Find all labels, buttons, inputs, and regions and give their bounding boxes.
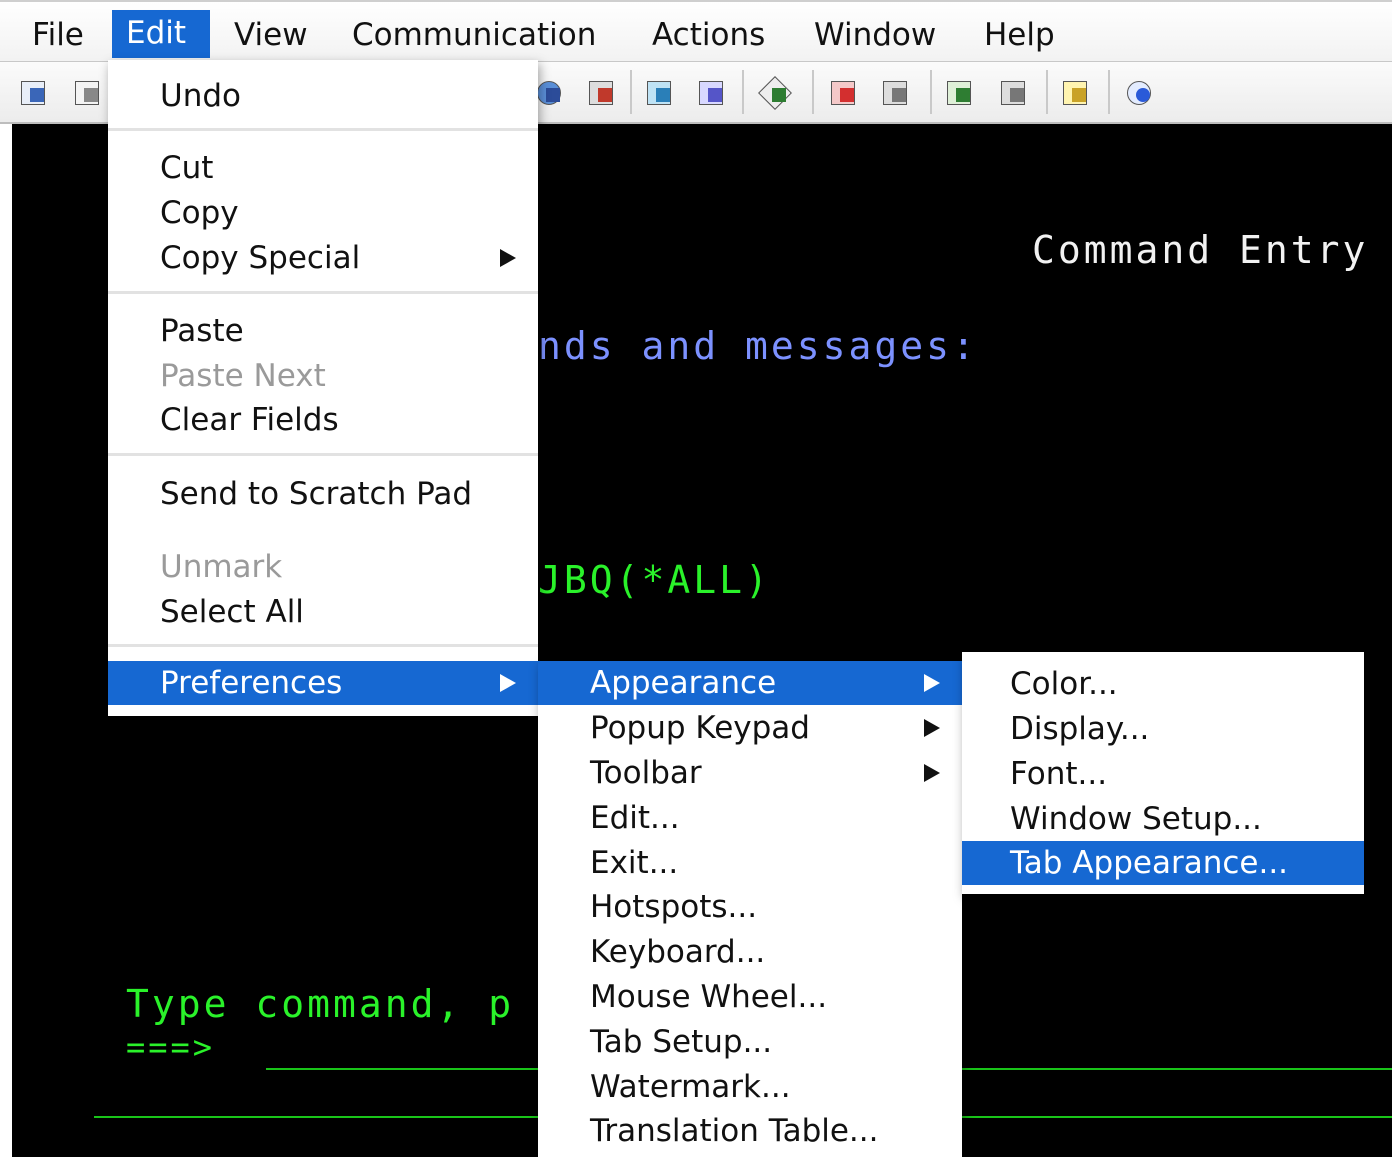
toolbar-separator: [930, 70, 932, 114]
menu-item-unmark: Unmark: [160, 549, 283, 585]
submenu-arrow-icon: [924, 719, 940, 737]
grid-icon[interactable]: [696, 76, 728, 108]
menu-window[interactable]: Window: [800, 12, 950, 60]
menu-item-paste-next: Paste Next: [160, 358, 326, 394]
help-icon[interactable]: [1124, 76, 1156, 108]
menu-item-popup-keypad[interactable]: Popup Keypad: [538, 706, 962, 750]
copy-screen-icon[interactable]: [72, 76, 104, 108]
appearance-submenu: Color... Display... Font... Window Setup…: [962, 652, 1364, 894]
menu-help[interactable]: Help: [970, 12, 1069, 60]
menu-divider: [108, 453, 538, 456]
menu-item-send-to-scratch-pad[interactable]: Send to Scratch Pad: [108, 472, 538, 516]
menu-item-tab-appearance[interactable]: Tab Appearance...: [962, 841, 1364, 885]
toolbar-separator: [1046, 70, 1048, 114]
command-arrow: ===>: [126, 1028, 216, 1066]
menu-item-keyboard[interactable]: Keyboard...: [538, 930, 962, 974]
menu-item-copy[interactable]: Copy: [108, 191, 538, 235]
menu-item-clear-fields[interactable]: Clear Fields: [108, 398, 538, 442]
menu-file[interactable]: File: [18, 12, 98, 60]
connect-icon[interactable]: [828, 76, 860, 108]
menu-bar: File Edit View Communication Actions Win…: [0, 0, 1392, 62]
disconnect-icon[interactable]: [880, 76, 912, 108]
menu-actions[interactable]: Actions: [638, 12, 779, 60]
menu-item-undo[interactable]: Undo: [108, 74, 538, 118]
messages-label: nds and messages:: [538, 324, 978, 368]
receive-file-icon[interactable]: [998, 76, 1030, 108]
screen-title: Command Entry: [1032, 228, 1369, 272]
menu-communication[interactable]: Communication: [338, 12, 610, 60]
menu-item-watermark[interactable]: Watermark...: [538, 1065, 962, 1109]
transfer-icon[interactable]: [534, 76, 566, 108]
toolbar-separator: [812, 70, 814, 114]
keypad-icon[interactable]: [644, 76, 676, 108]
preferences-submenu: Appearance Popup Keypad Toolbar Edit... …: [538, 661, 962, 1157]
menu-edit[interactable]: Edit: [112, 10, 210, 58]
menu-view[interactable]: View: [220, 12, 322, 60]
menu-item-display[interactable]: Display...: [962, 707, 1364, 751]
menu-item-color[interactable]: Color...: [962, 662, 1364, 706]
menu-item-translation-table[interactable]: Translation Table...: [538, 1109, 962, 1153]
notepad-icon[interactable]: [1060, 76, 1092, 108]
toolbar-separator: [1108, 70, 1110, 114]
submenu-arrow-icon: [500, 249, 516, 267]
menu-item-window-setup[interactable]: Window Setup...: [962, 797, 1364, 841]
prompt-label: Type command, p: [126, 982, 515, 1026]
menu-divider: [108, 291, 538, 294]
menu-item-select-all[interactable]: Select All: [108, 590, 538, 634]
menu-item-font[interactable]: Font...: [962, 752, 1364, 796]
menu-item-copy-special[interactable]: Copy Special: [108, 236, 538, 280]
menu-divider: [108, 128, 538, 131]
menu-item-mouse-wheel[interactable]: Mouse Wheel...: [538, 975, 962, 1019]
macro-icon[interactable]: [586, 76, 618, 108]
menu-item-tab-setup[interactable]: Tab Setup...: [538, 1020, 962, 1064]
menu-item-edit[interactable]: Edit...: [538, 796, 962, 840]
menu-divider: [108, 644, 538, 647]
print-screen-icon[interactable]: [18, 76, 50, 108]
submenu-arrow-icon: [924, 674, 940, 692]
menu-item-exit[interactable]: Exit...: [538, 841, 962, 885]
submenu-arrow-icon: [500, 674, 516, 692]
menu-item-cut[interactable]: Cut: [108, 146, 538, 190]
command-history-text: JBQ(*ALL): [538, 558, 771, 602]
menu-item-paste[interactable]: Paste: [108, 309, 538, 353]
send-file-icon[interactable]: [944, 76, 976, 108]
submenu-arrow-icon: [924, 764, 940, 782]
menu-item-hotspots[interactable]: Hotspots...: [538, 885, 962, 929]
toolbar-separator: [742, 70, 744, 114]
menu-item-toolbar[interactable]: Toolbar: [538, 751, 962, 795]
edit-pencil-icon[interactable]: [758, 76, 792, 110]
menu-item-preferences[interactable]: Preferences: [108, 661, 538, 705]
menu-item-appearance[interactable]: Appearance: [538, 661, 962, 705]
edit-menu: Undo Cut Copy Copy Special Paste Paste N…: [108, 60, 538, 716]
toolbar-separator: [630, 70, 632, 114]
